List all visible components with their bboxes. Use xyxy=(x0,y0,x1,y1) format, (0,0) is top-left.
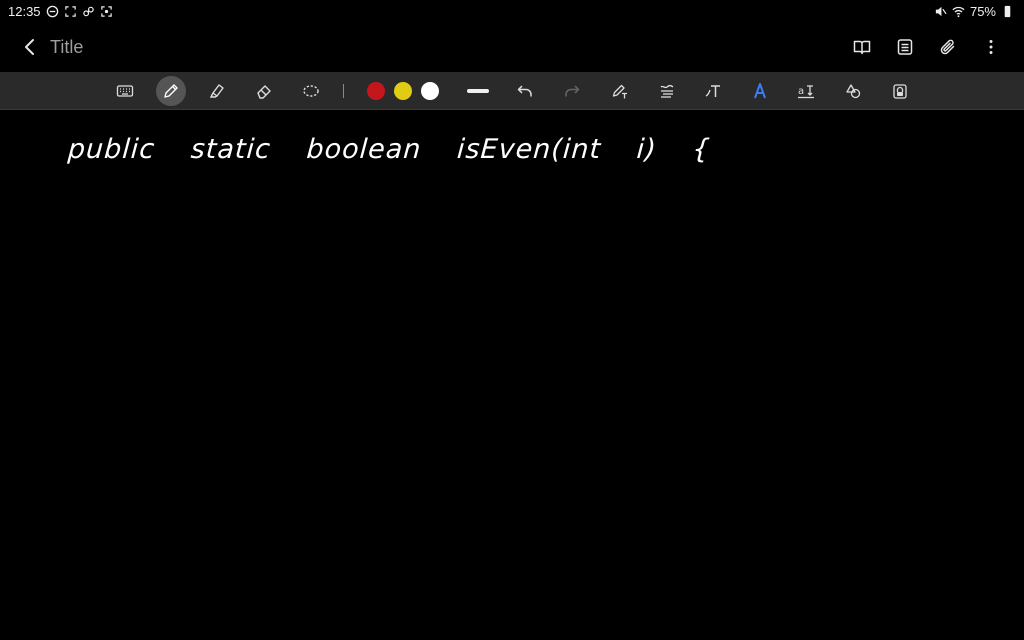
handwritten-code: public static boolean isEven(int i) { xyxy=(66,134,712,165)
screenshot-icon xyxy=(64,5,77,18)
attach-button[interactable] xyxy=(926,27,969,67)
highlighter-tool-button[interactable] xyxy=(202,76,232,106)
text-style-icon xyxy=(754,83,766,99)
lock-icon xyxy=(893,84,907,99)
pen-text-icon xyxy=(612,84,627,99)
pen-tool-button[interactable] xyxy=(156,76,186,106)
mute-icon xyxy=(934,5,947,18)
shapes-icon xyxy=(846,84,861,99)
more-options-button[interactable] xyxy=(969,27,1012,67)
title-bar: Title xyxy=(0,22,1024,72)
list-icon xyxy=(897,39,912,55)
text-resize-icon: a xyxy=(798,85,814,99)
text-tool-icon xyxy=(705,85,720,97)
text-style-button[interactable] xyxy=(745,76,775,106)
battery-icon xyxy=(1001,5,1014,18)
battery-level: 75% xyxy=(969,3,996,19)
back-button[interactable] xyxy=(8,22,52,72)
lasso-tool-button[interactable] xyxy=(296,76,326,106)
status-bar: 12:35 75% xyxy=(0,0,1024,22)
text-tool-button[interactable] xyxy=(698,76,728,106)
chevron-left-icon xyxy=(25,39,34,55)
lasso-icon xyxy=(303,85,319,97)
link-icon xyxy=(82,5,95,18)
color-swatch-yellow[interactable] xyxy=(394,82,412,100)
keyboard-icon xyxy=(116,85,134,97)
book-open-icon xyxy=(853,40,870,55)
eraser-icon xyxy=(257,85,271,99)
svg-text:a: a xyxy=(798,86,804,97)
do-not-disturb-icon xyxy=(46,5,59,18)
undo-button[interactable] xyxy=(510,76,540,106)
clock: 12:35 xyxy=(8,3,41,19)
note-title[interactable]: Title xyxy=(50,37,83,58)
reading-mode-button[interactable] xyxy=(840,27,883,67)
text-resize-button[interactable]: a xyxy=(791,76,821,106)
note-canvas[interactable]: public static boolean isEven(int i) { xyxy=(0,110,1024,640)
eraser-tool-button[interactable] xyxy=(249,76,279,106)
straighten-button[interactable] xyxy=(652,76,682,106)
pen-to-text-button[interactable] xyxy=(605,76,635,106)
wifi-icon xyxy=(952,5,965,18)
redo-icon xyxy=(565,85,580,97)
more-vert-icon xyxy=(989,40,992,54)
color-swatch-white[interactable] xyxy=(421,82,439,100)
page-list-button[interactable] xyxy=(883,27,926,67)
undo-icon xyxy=(517,85,532,97)
straighten-icon xyxy=(660,84,674,98)
highlighter-icon xyxy=(209,84,224,98)
screen-record-icon xyxy=(100,5,113,18)
toolbar-divider xyxy=(343,84,344,98)
keyboard-button[interactable] xyxy=(110,76,140,106)
shapes-button[interactable] xyxy=(838,76,868,106)
paperclip-icon xyxy=(940,39,954,55)
lock-button[interactable] xyxy=(885,76,915,106)
redo-button[interactable] xyxy=(557,76,587,106)
drawing-toolbar: a xyxy=(0,72,1024,110)
color-swatch-red[interactable] xyxy=(367,82,385,100)
stroke-thickness-button[interactable] xyxy=(467,89,489,93)
pen-icon xyxy=(164,84,178,98)
